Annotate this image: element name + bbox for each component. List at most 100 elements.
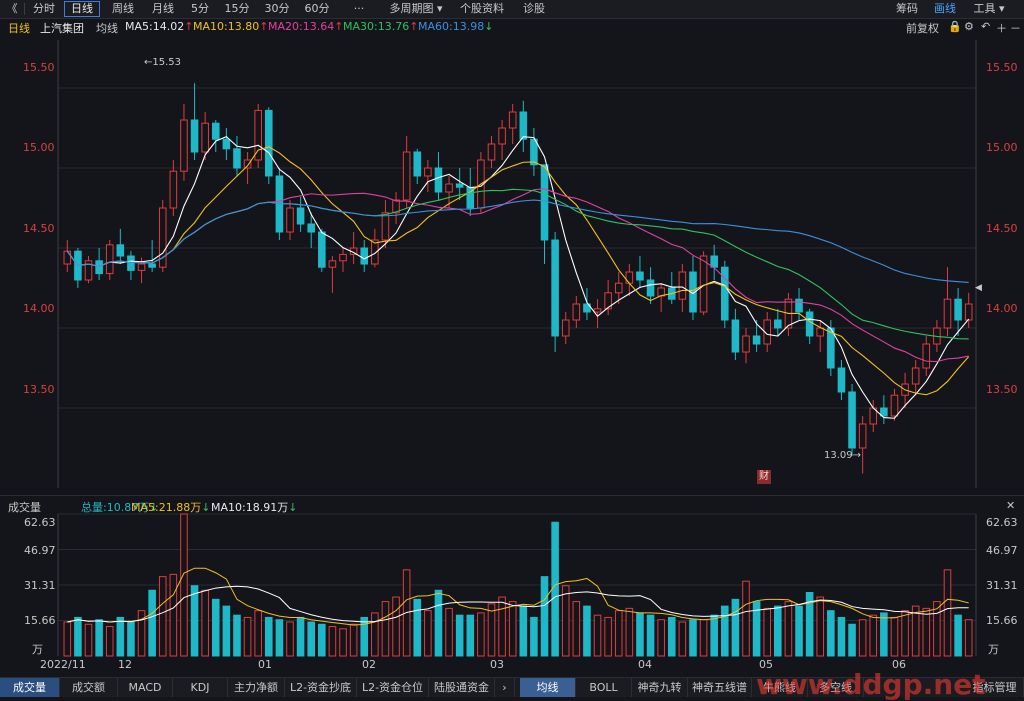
tab-main-net[interactable]: 主力净额 (228, 678, 285, 697)
candle-body (572, 303, 581, 321)
candle-body (318, 231, 326, 268)
volume-bar (858, 619, 867, 657)
volume-bar (455, 614, 464, 657)
site-watermark: www.ddgp.net (756, 668, 986, 701)
volume-indicator-label[interactable]: 成交量 (8, 499, 41, 515)
candle-body (180, 119, 188, 172)
candle-body (498, 127, 506, 145)
volume-bar (774, 605, 782, 657)
candle-body (222, 138, 231, 150)
candle-body (636, 271, 644, 281)
close-indicator-icon[interactable]: ✕ (1006, 499, 1015, 512)
candle-body (519, 111, 528, 140)
candle-body (434, 167, 443, 193)
tab-td9[interactable]: 神奇九转 (632, 678, 688, 697)
volume-bar (307, 621, 315, 657)
candle-body (487, 143, 496, 161)
kline-chart[interactable] (0, 0, 1024, 696)
vol-unit-right: 万 (988, 643, 999, 656)
candle-body (169, 170, 178, 209)
volume-bar (296, 616, 305, 657)
tab-kdj[interactable]: KDJ (173, 678, 228, 697)
candle-body (148, 263, 156, 268)
volume-bar (657, 619, 665, 657)
volume-bar (74, 616, 82, 657)
candle-body (328, 260, 337, 268)
tabs-scroll-right-icon[interactable]: › (495, 678, 515, 697)
candle-body (339, 253, 347, 262)
tab-macd[interactable]: MACD (118, 678, 173, 697)
volume-bar (413, 598, 422, 657)
candle-body (137, 263, 146, 271)
vol-tick-right-2: 46.97 (986, 544, 1018, 557)
tab-boll[interactable]: BOLL (576, 678, 632, 697)
candle-body (795, 298, 803, 313)
volume-bar (636, 612, 644, 657)
candle-body (413, 151, 422, 177)
candle-body (742, 335, 750, 353)
candle-body (211, 122, 220, 140)
volume-legend-bar: 成交量 总量:10.87万↓ MA5:21.88万↓ MA10:18.91万↓ … (0, 495, 1024, 514)
volume-bar (105, 626, 114, 657)
volume-bar (434, 589, 443, 657)
volume-bar (148, 589, 156, 657)
volume-bar (116, 616, 125, 657)
tab-turnover[interactable]: 成交额 (60, 678, 118, 697)
volume-bar (233, 614, 241, 657)
candle-body (625, 271, 634, 284)
candle-body (710, 255, 718, 268)
volume-bar (498, 596, 506, 657)
ma60-line (66, 199, 969, 284)
volume-bar (424, 610, 432, 657)
volume-bar (890, 616, 899, 657)
low-price-annotation: 13.09→ (824, 450, 862, 461)
tab-five-lines[interactable]: 神奇五线谱 (688, 678, 752, 697)
volume-bar (371, 612, 379, 657)
candle-body (911, 367, 920, 385)
candle-body (530, 138, 538, 166)
volume-bar (922, 607, 931, 657)
volume-bar (827, 610, 835, 657)
candle-body (233, 148, 241, 169)
volume-bar (381, 601, 390, 657)
tab-l2-bottom[interactable]: L2-资金抄底 (285, 678, 357, 697)
volume-bar (795, 605, 803, 657)
volume-bar (180, 513, 188, 657)
tab-l2-position[interactable]: L2-资金仓位 (357, 678, 429, 697)
candle-body (922, 343, 931, 369)
volume-bar (95, 619, 103, 657)
candle-body (381, 212, 390, 241)
volume-bar (477, 612, 485, 657)
current-price-pointer-icon: ◀ (975, 283, 982, 293)
volume-bar (583, 605, 591, 657)
candle-body (837, 367, 846, 393)
volume-bar (614, 610, 623, 657)
volume-bar (254, 610, 262, 657)
volume-bar (625, 607, 634, 657)
volume-bar (742, 580, 750, 657)
candle-body (848, 391, 856, 449)
volume-bar (519, 605, 528, 657)
candle-body (593, 308, 602, 313)
candle-body (116, 244, 125, 257)
financial-report-marker[interactable]: 财 (757, 470, 771, 484)
volume-bar (869, 614, 878, 657)
volume-bar (201, 589, 209, 657)
volume-bar (339, 628, 347, 657)
candle-body (561, 319, 570, 337)
tab-northbound[interactable]: 陆股通资金 (429, 678, 495, 697)
volume-bar (63, 621, 72, 657)
vol-tick-left-1: 62.63 (24, 516, 56, 529)
candle-body (858, 423, 867, 449)
volume-ma10: MA10:18.91万↓ (211, 501, 298, 514)
candle-body (286, 207, 294, 233)
candle-body (774, 319, 782, 329)
candle-body (551, 239, 559, 337)
vol-tick-left-3: 31.31 (24, 579, 56, 592)
date-label-mar: 03 (490, 658, 504, 671)
volume-bar (551, 521, 559, 657)
tab-ma[interactable]: 均线 (520, 678, 576, 697)
volume-bar (243, 616, 252, 657)
tab-volume[interactable]: 成交量 (0, 678, 60, 697)
volume-bar (84, 623, 93, 657)
